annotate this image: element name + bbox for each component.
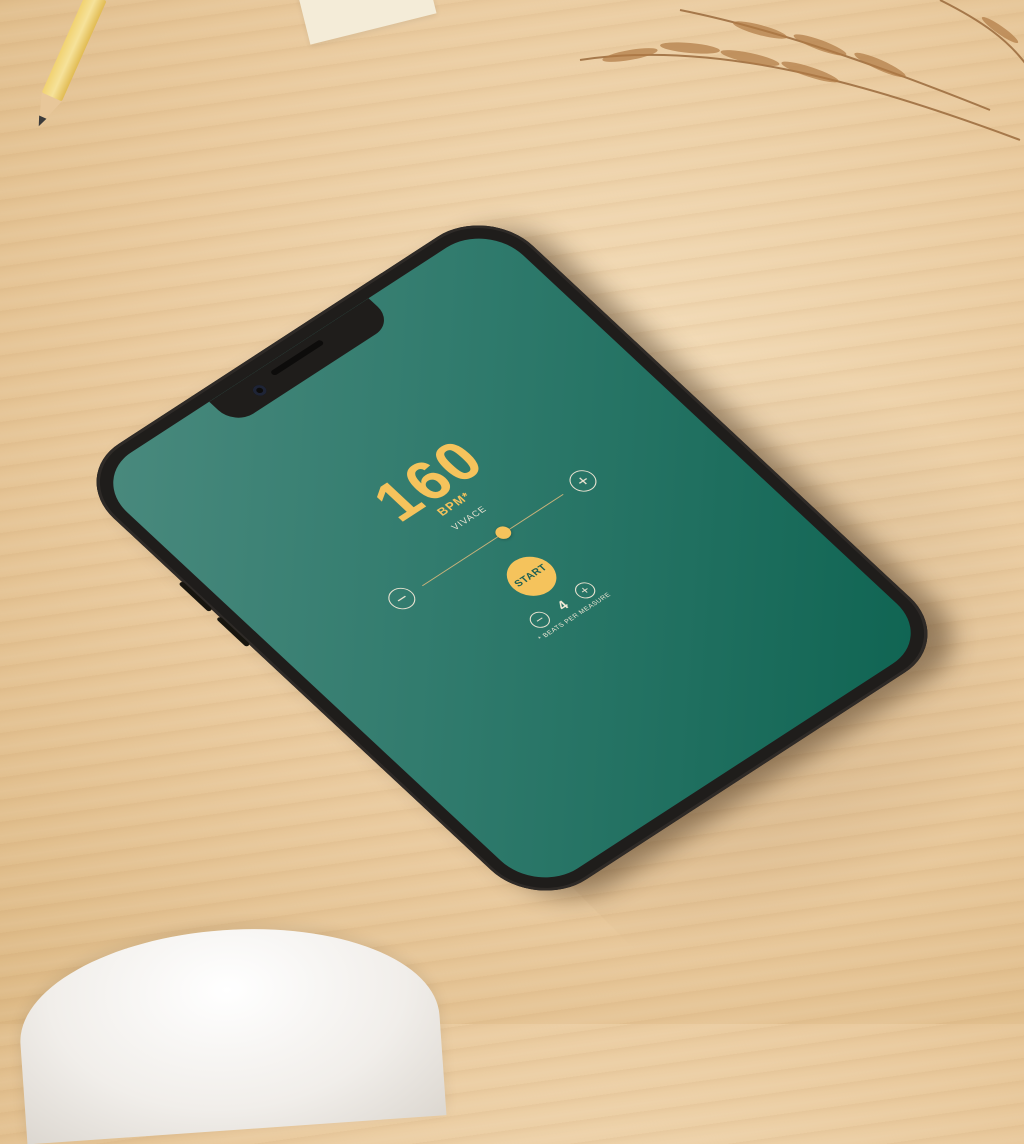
- beats-per-measure-label: * BEATS PER MEASURE: [537, 591, 613, 642]
- phone-frame: 160 BPM* VIVACE − + START − 4 + * BEATS …: [68, 203, 956, 913]
- beats-per-measure-value: 4: [553, 597, 572, 613]
- notch: [209, 298, 395, 426]
- start-button[interactable]: START: [496, 548, 567, 604]
- front-camera: [250, 382, 270, 398]
- decrease-bpm-button[interactable]: −: [382, 583, 421, 614]
- tempo-slider-thumb[interactable]: [492, 523, 515, 542]
- metronome-app: 160 BPM* VIVACE − + START − 4 + * BEATS …: [306, 394, 703, 707]
- phone-screen: 160 BPM* VIVACE − + START − 4 + * BEATS …: [90, 221, 934, 895]
- earpiece-speaker: [269, 339, 325, 377]
- increase-bpm-button[interactable]: +: [563, 465, 603, 496]
- phone: 160 BPM* VIVACE − + START − 4 + * BEATS …: [0, 0, 1024, 1024]
